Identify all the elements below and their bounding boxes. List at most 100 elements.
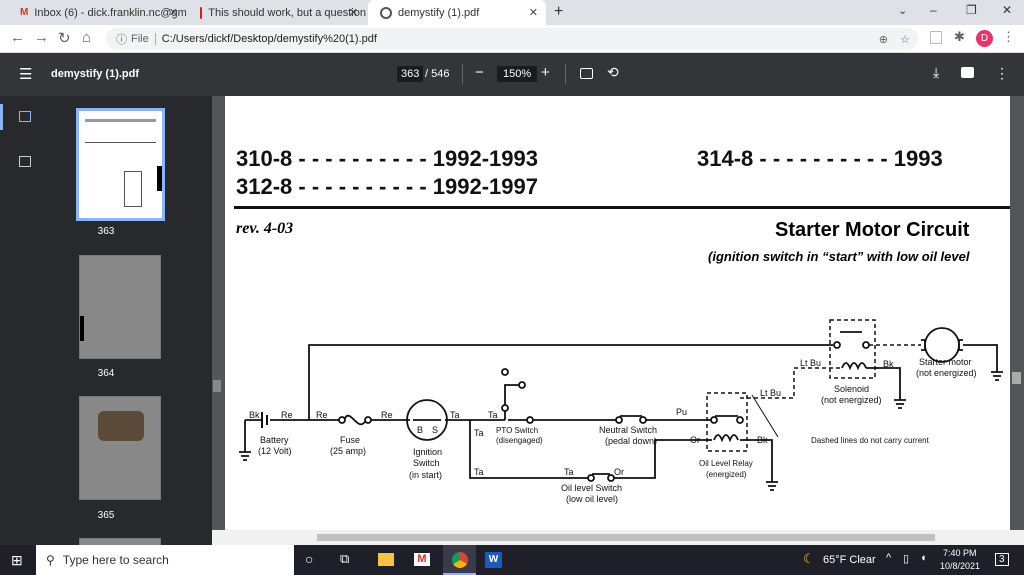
pto-label: PTO Switch — [496, 426, 538, 435]
motor-sublabel: (not energized) — [916, 368, 977, 378]
gmail-icon: M — [20, 6, 29, 18]
tab-question[interactable]: This should work, but a question ✕ — [188, 0, 366, 25]
print-icon[interactable] — [961, 67, 974, 78]
extensions-puzzle-icon[interactable]: ✱ — [954, 29, 965, 45]
tab-label: This should work, but a question — [208, 6, 366, 19]
header-rule — [234, 206, 1010, 209]
reload-icon[interactable]: ↻ — [58, 29, 71, 47]
solenoid-sublabel: (not energized) — [821, 395, 882, 405]
terminal-b: B — [417, 425, 423, 435]
model-line-2: 312-8 - - - - - - - - - - 1992-1997 — [236, 174, 538, 199]
new-tab-button[interactable]: + — [554, 3, 563, 21]
thumbnail-sidebar: 363 364 365 — [0, 96, 221, 548]
tab-search-icon[interactable]: ⌄ — [898, 4, 907, 17]
divider — [565, 64, 566, 84]
weather-moon-icon: ☾ — [803, 551, 815, 566]
back-icon[interactable]: ← — [10, 29, 25, 46]
ignition-label: Ignition — [413, 447, 442, 457]
revision: rev. 4-03 — [236, 220, 293, 237]
clock-date[interactable]: 10/8/2021 — [940, 561, 980, 571]
close-tab-icon[interactable]: ✕ — [529, 6, 538, 19]
task-view-icon[interactable]: ⧉ — [340, 551, 349, 567]
volume-icon[interactable]: ◖ — [920, 552, 927, 564]
neutral-label: Neutral Switch — [599, 425, 657, 435]
download-icon[interactable]: ⤓ — [933, 64, 939, 81]
scrollbar-thumb[interactable] — [317, 534, 935, 541]
sidebar-menu-icon[interactable]: ☰ — [19, 65, 32, 83]
wire-label: Ta — [474, 467, 484, 477]
thumbnail-363[interactable] — [76, 108, 165, 221]
chrome-taskbar-button[interactable] — [443, 545, 476, 575]
tab-gmail[interactable]: M Inbox (6) - dick.franklin.nc@gmai ✕ — [8, 0, 186, 25]
word-icon[interactable]: W — [485, 552, 502, 568]
dashed-lines — [706, 319, 921, 452]
zoom-icon[interactable]: ⊕ — [879, 33, 888, 46]
cortana-icon[interactable]: ○ — [305, 551, 313, 567]
fit-page-icon[interactable] — [580, 68, 593, 79]
clock-time[interactable]: 7:40 PM — [943, 548, 977, 558]
close-window-button[interactable]: ✕ — [1002, 3, 1012, 17]
menu-icon[interactable]: ⋮ — [1002, 29, 1015, 45]
thumbnail-label: 363 — [97, 226, 115, 237]
info-icon: ⓘ — [116, 34, 127, 46]
wire-label: Bk — [883, 359, 894, 369]
wire-label: Ta — [488, 410, 498, 420]
wire-label: Ta — [474, 428, 484, 438]
wire-label: Lt Bu — [760, 388, 781, 398]
thumbnail-label: 364 — [97, 368, 115, 379]
wire-label: Lt Bu — [800, 358, 821, 368]
circuit-page: 310-8 - - - - - - - - - - 1992-1993 314-… — [234, 146, 1010, 504]
zoom-input[interactable]: 150% — [497, 66, 538, 82]
thumbnails-view-icon[interactable] — [19, 111, 31, 122]
more-actions-icon[interactable]: ⋮ — [995, 65, 1009, 82]
tab-pdf[interactable]: demystify (1).pdf ✕ — [368, 0, 546, 25]
thumbnail-label: 365 — [97, 510, 115, 521]
motor-label: Starter motor — [919, 357, 972, 367]
show-hidden-icons[interactable]: ^ — [886, 552, 891, 564]
notification-center-icon[interactable]: 3 — [995, 553, 1009, 566]
page-number-input[interactable]: 363 — [397, 66, 424, 82]
chrome-icon — [452, 552, 468, 568]
minimize-button[interactable]: – — [930, 3, 937, 17]
diagram-subtitle: (ignition switch in “start” with low oil… — [708, 249, 970, 264]
sidebar-scrollbar[interactable] — [213, 380, 221, 392]
meet-now-icon[interactable]: ▯ — [903, 552, 909, 565]
ignition-label-2: Switch — [413, 458, 440, 468]
search-icon: ⚲ — [46, 553, 55, 567]
weather-text[interactable]: 65°F Clear — [823, 554, 876, 566]
solenoid-label: Solenoid — [834, 384, 869, 394]
tab-label: demystify (1).pdf — [398, 6, 480, 19]
close-tab-icon[interactable]: ✕ — [169, 6, 178, 19]
gmail-app-icon[interactable]: M — [414, 553, 430, 566]
pdf-page: 310-8 - - - - - - - - - - 1992-1993 314-… — [225, 96, 1010, 530]
rotate-icon[interactable]: ⟲ — [607, 64, 619, 81]
fuse-sublabel: (25 amp) — [330, 446, 366, 456]
restore-button[interactable]: ❐ — [966, 3, 977, 17]
windows-start-icon[interactable]: ⊞ — [11, 552, 23, 569]
file-explorer-icon[interactable] — [378, 553, 394, 566]
bookmark-star-icon[interactable]: ☆ — [900, 33, 910, 46]
oil-switch-label: Oil level Switch — [561, 483, 622, 493]
url-field[interactable]: ⓘ File C:/Users/dickf/Desktop/demystify%… — [106, 28, 918, 50]
taskbar: ⊞ ⚲ Type here to search ○ ⧉ M W ☾ 65°F Cl… — [0, 545, 1024, 575]
thumbnail-364[interactable] — [79, 255, 161, 359]
wire-label: Re — [281, 410, 293, 420]
zoom-out-button[interactable]: − — [475, 64, 484, 81]
battery-ground-icon — [239, 420, 251, 461]
close-tab-icon[interactable]: ✕ — [349, 6, 358, 19]
home-icon[interactable]: ⌂ — [82, 29, 91, 46]
battery-icon — [261, 412, 268, 428]
forward-icon[interactable]: → — [34, 29, 49, 46]
search-placeholder: Type here to search — [62, 553, 169, 567]
horizontal-scrollbar[interactable] — [212, 530, 1024, 545]
file-label: File — [131, 33, 156, 45]
profile-avatar[interactable]: D — [976, 30, 993, 47]
diagram-title: Starter Motor Circuit — [775, 219, 970, 241]
extension-icon[interactable] — [930, 31, 942, 44]
fuse-icon — [343, 414, 367, 426]
page-vertical-scrollbar[interactable] — [1012, 372, 1021, 384]
outline-view-icon[interactable] — [19, 156, 31, 167]
taskbar-search-box[interactable]: ⚲ Type here to search — [36, 545, 294, 575]
zoom-in-button[interactable]: + — [541, 64, 550, 81]
thumbnail-365[interactable] — [79, 396, 161, 500]
